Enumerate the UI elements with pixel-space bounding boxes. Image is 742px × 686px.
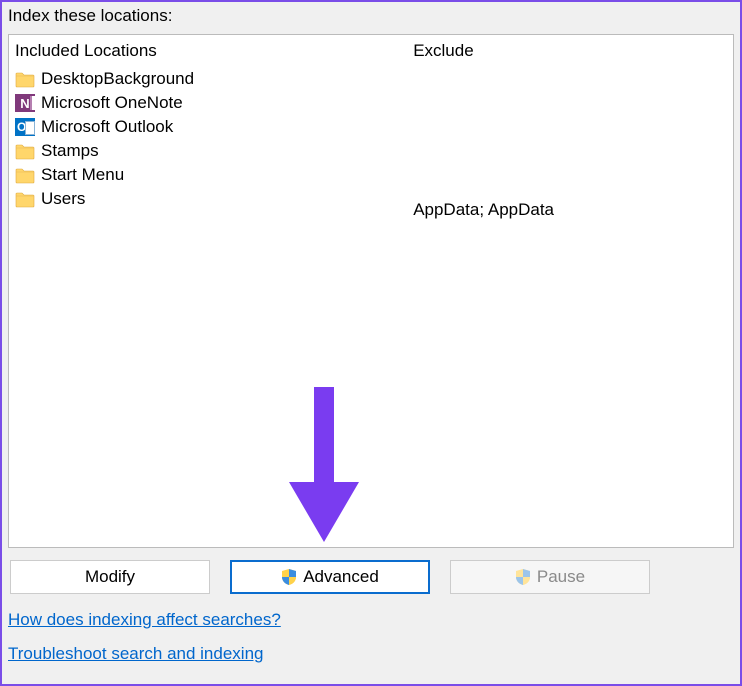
location-row[interactable]: Start Menu — [15, 163, 401, 187]
location-name: Users — [41, 189, 85, 209]
exclude-row — [413, 67, 727, 93]
exclude-column: Exclude AppData; AppData — [407, 35, 733, 547]
location-name: Stamps — [41, 141, 99, 161]
location-name: DesktopBackground — [41, 69, 194, 89]
included-locations-header: Included Locations — [15, 39, 401, 67]
pause-button-label: Pause — [537, 567, 585, 587]
location-row[interactable]: Users — [15, 187, 401, 211]
folder-icon — [15, 166, 35, 184]
index-locations-label: Index these locations: — [2, 2, 740, 34]
location-name: Microsoft Outlook — [41, 117, 173, 137]
location-row[interactable]: Stamps — [15, 139, 401, 163]
uac-shield-icon — [515, 569, 531, 585]
uac-shield-icon — [281, 569, 297, 585]
location-row[interactable]: O Microsoft Outlook — [15, 115, 401, 139]
exclude-list: AppData; AppData — [413, 67, 727, 223]
exclude-header: Exclude — [413, 39, 727, 67]
folder-icon — [15, 142, 35, 160]
advanced-button-label: Advanced — [303, 567, 379, 587]
advanced-button[interactable]: Advanced — [230, 560, 430, 594]
exclude-row — [413, 145, 727, 171]
folder-icon — [15, 190, 35, 208]
how-indexing-link[interactable]: How does indexing affect searches? — [8, 610, 281, 630]
links-area: How does indexing affect searches? Troub… — [2, 604, 740, 684]
included-locations-column: Included Locations DesktopBackground N Mic… — [9, 35, 407, 547]
exclude-row — [413, 171, 727, 197]
indexing-options-window: Index these locations: Included Location… — [0, 0, 742, 686]
location-name: Microsoft OneNote — [41, 93, 183, 113]
modify-button[interactable]: Modify — [10, 560, 210, 594]
included-locations-list: DesktopBackground N Microsoft OneNote O Micr… — [15, 67, 401, 211]
folder-icon — [15, 70, 35, 88]
pause-button[interactable]: Pause — [450, 560, 650, 594]
locations-panel: Included Locations DesktopBackground N Mic… — [8, 34, 734, 548]
onenote-icon: N — [15, 94, 35, 112]
button-row: Modify Advanced — [2, 548, 740, 604]
location-row[interactable]: DesktopBackground — [15, 67, 401, 91]
exclude-value: AppData; AppData — [413, 200, 554, 220]
troubleshoot-link[interactable]: Troubleshoot search and indexing — [8, 644, 263, 664]
modify-button-label: Modify — [85, 567, 135, 587]
location-name: Start Menu — [41, 165, 124, 185]
exclude-row — [413, 119, 727, 145]
location-row[interactable]: N Microsoft OneNote — [15, 91, 401, 115]
exclude-row: AppData; AppData — [413, 197, 727, 223]
outlook-icon: O — [15, 118, 35, 136]
exclude-row — [413, 93, 727, 119]
